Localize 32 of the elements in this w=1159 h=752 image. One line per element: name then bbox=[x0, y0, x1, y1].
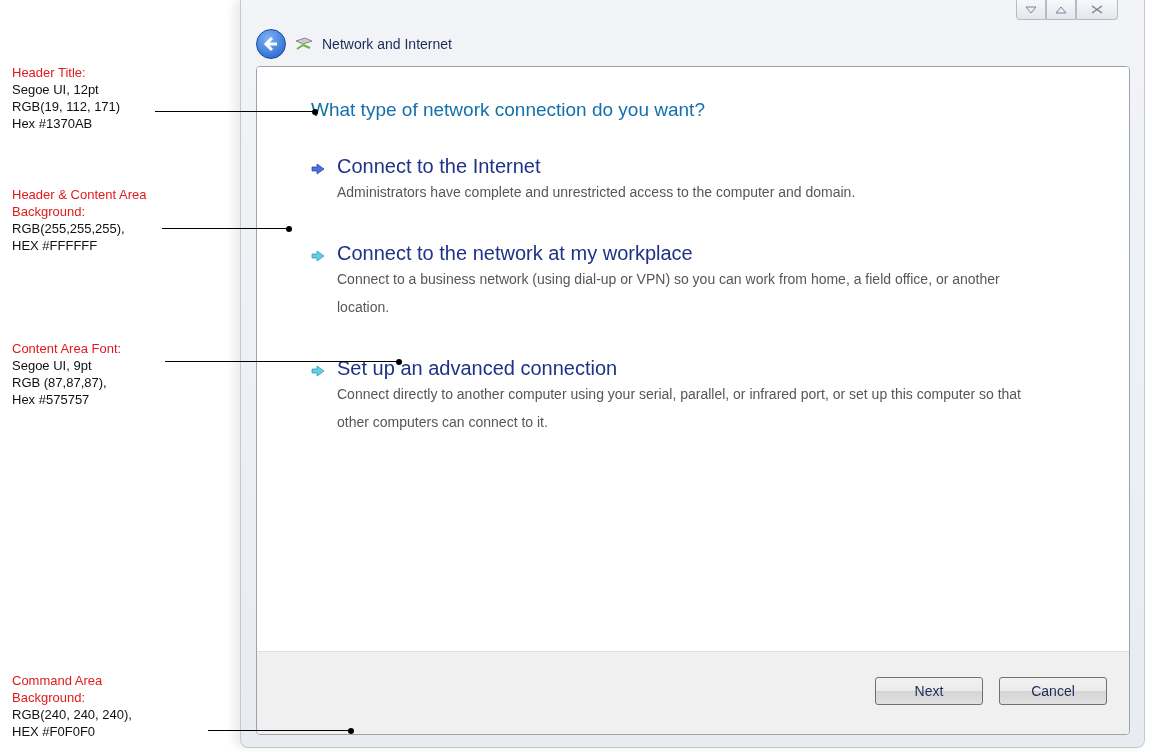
annotation-title: Content Area Font: bbox=[12, 340, 123, 357]
option-description: Connect to a business network (using dial-up or VPN) so you can work from home, a field office, or another location. bbox=[337, 270, 1001, 317]
annotation-text: RGB(19, 112, 171) bbox=[12, 98, 122, 115]
annotation-text: Hex #1370AB bbox=[12, 115, 94, 132]
annotation-text: Segoe UI, 12pt bbox=[12, 81, 100, 98]
option-description: Connect directly to another computer using your serial, parallel, or infrared port, or set up this computer so that other computers can connect to it. bbox=[337, 385, 1022, 432]
minimize-icon bbox=[1025, 5, 1037, 14]
annotation-text: HEX #F0F0F0 bbox=[12, 723, 97, 740]
network-icon bbox=[294, 36, 314, 52]
minimize-button[interactable] bbox=[1016, 0, 1046, 20]
maximize-icon bbox=[1055, 5, 1067, 14]
annotation-text: RGB(255,255,255), bbox=[12, 220, 126, 237]
option-link[interactable]: Connect to the Internet bbox=[337, 155, 541, 178]
option-link[interactable]: Set up an advanced connection bbox=[337, 357, 618, 380]
annotation-text: Segoe UI, 9pt bbox=[12, 357, 93, 374]
breadcrumb-title: Network and Internet bbox=[322, 36, 452, 52]
annotation-text: RGB(240, 240, 240), bbox=[12, 706, 133, 723]
close-button[interactable] bbox=[1076, 0, 1118, 20]
maximize-button[interactable] bbox=[1046, 0, 1076, 20]
annotation-text: Hex #575757 bbox=[12, 391, 91, 408]
option-description: Administrators have complete and unrestricted access to the computer and domain. bbox=[337, 183, 856, 202]
back-button[interactable] bbox=[256, 29, 286, 59]
annotation-title: Header Title: bbox=[12, 64, 87, 81]
annotation-text: RGB (87,87,87), bbox=[12, 374, 108, 391]
header-title: What type of network connection do you want? bbox=[311, 99, 706, 121]
dialog-button[interactable]: Next bbox=[875, 677, 983, 705]
annotation-text: HEX #FFFFFF bbox=[12, 237, 99, 254]
option-link[interactable]: Connect to the network at my workplace bbox=[337, 242, 693, 265]
close-icon bbox=[1091, 5, 1103, 14]
annotation-title: Command Area Background: bbox=[12, 672, 104, 706]
dialog-button[interactable]: Cancel bbox=[999, 677, 1107, 705]
annotation-title: Header & Content Area Background: bbox=[12, 186, 148, 220]
